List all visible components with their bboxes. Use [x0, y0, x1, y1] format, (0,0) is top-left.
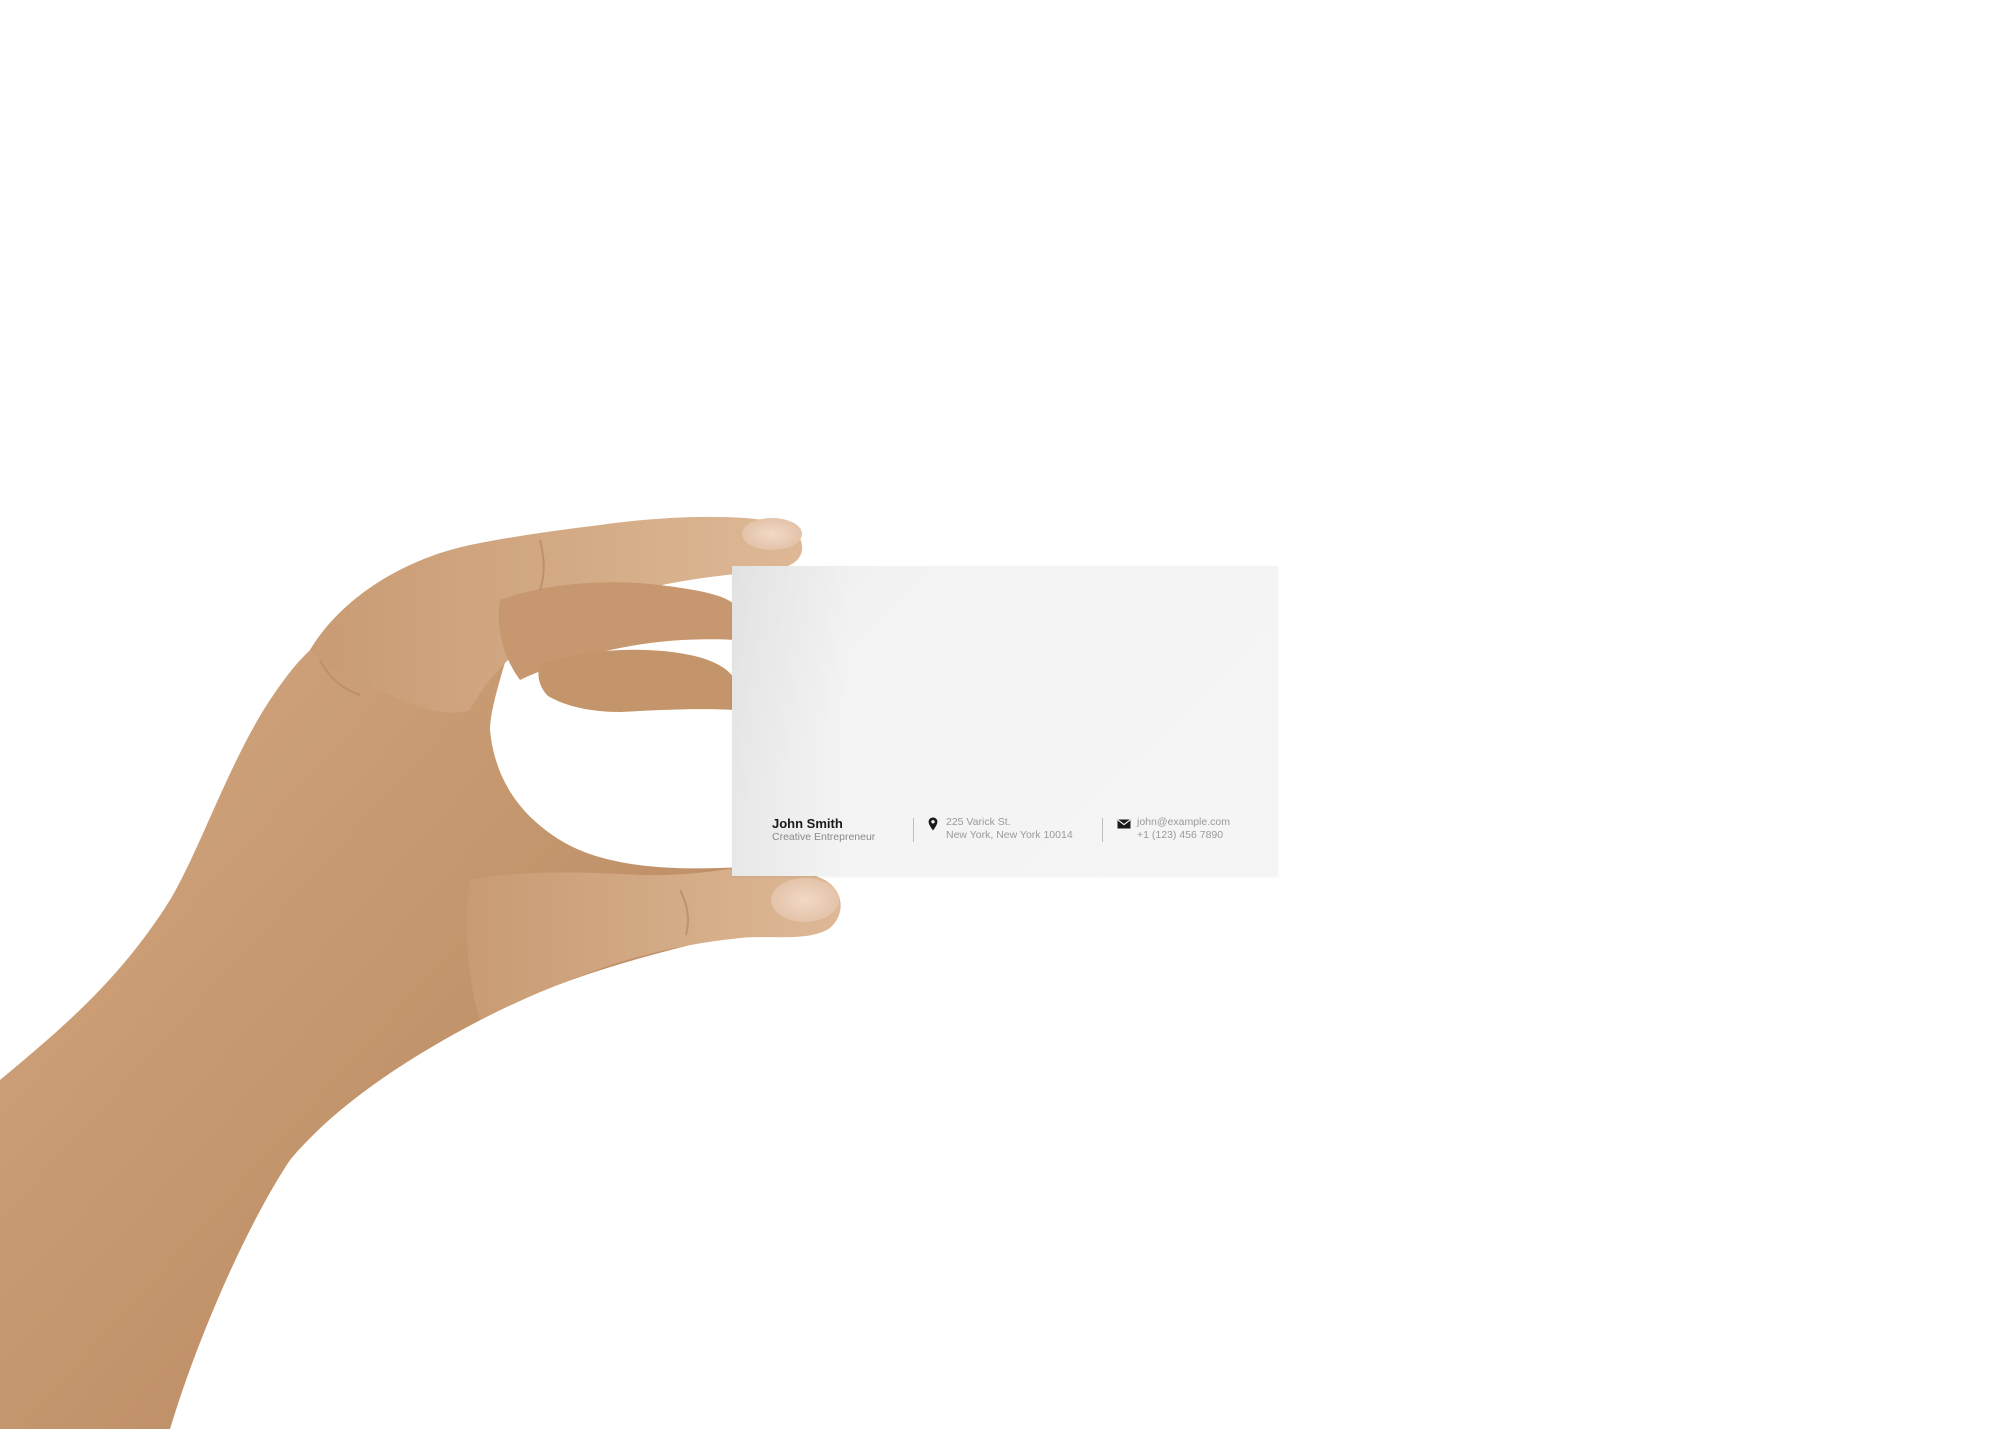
photo-scene: John Smith Creative Entrepreneur 225 Var… — [0, 0, 2000, 1429]
thumb-fingernail — [771, 878, 839, 922]
address-line-2: New York, New York 10014 — [946, 829, 1073, 841]
card-footer: John Smith Creative Entrepreneur 225 Var… — [772, 816, 1252, 856]
envelope-icon — [1117, 819, 1131, 829]
address-line-1: 225 Varick St. — [946, 816, 1011, 828]
phone-text: +1 (123) 456 7890 — [1137, 829, 1224, 841]
index-fingernail — [742, 518, 802, 550]
card-role: Creative Entrepreneur — [772, 831, 876, 843]
divider — [1102, 818, 1103, 842]
divider — [913, 818, 914, 842]
ring-finger — [538, 649, 735, 712]
card-name: John Smith — [772, 816, 843, 831]
business-card: John Smith Creative Entrepreneur 225 Var… — [732, 566, 1278, 876]
card-identity: John Smith Creative Entrepreneur — [772, 816, 902, 844]
location-pin-icon — [928, 817, 938, 831]
email-text: john@example.com — [1137, 816, 1230, 828]
